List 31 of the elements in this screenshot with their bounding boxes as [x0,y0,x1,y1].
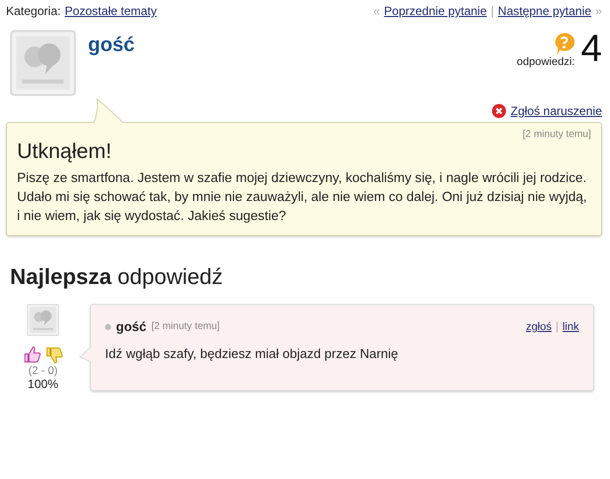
question-time: [2 minuty temu] [522,129,591,140]
heading-bold: Najlepsza [10,264,112,290]
report-link[interactable]: zgłoś [526,320,552,332]
heading-text: odpowiedź [118,264,223,290]
author-name: gość [88,34,135,58]
previous-question-link[interactable]: Poprzednie pytanie [384,4,487,18]
question-title: Utknąłem! [17,140,113,164]
answer-time: [2 minuty temu] [151,321,220,332]
question-bubble-icon [552,32,575,56]
permalink[interactable]: link [562,320,579,332]
next-question-link[interactable]: Następne pytanie [498,4,592,18]
separator: | [490,4,494,18]
question-body: Piszę ze smartfona. Jestem w szafie mojej dziewczyny, kochaliśmy się, i nagle wrócili jej rodzice. Udało mi się schować tak, by mnie nie zauważyli, ale nie wiem co dalej. Oni już dzisiaj nie wyjdą, i nie wiem, jak się wydostać. Jakieś sugestie? [17,169,588,225]
category-label: Kategoria: [6,4,61,18]
category-link[interactable]: Pozostałe tematy [64,4,157,18]
avatar-icon [27,304,59,336]
answers-label: odpowiedzi: [516,56,575,68]
next-mark: » [595,4,602,18]
answers-count: 4 [580,30,602,68]
answer-body: Idź wgłąb szafy, będziesz miał objazd przez Narnię [105,346,400,361]
report-link[interactable]: Zgłoś naruszenie [510,104,602,118]
vote-count: (2 - 0) [28,365,58,377]
prev-mark: « [373,4,380,18]
close-icon [492,104,506,118]
thumbs-down-icon[interactable] [45,346,63,364]
bullet-icon [105,324,111,330]
separator: | [556,320,558,332]
thumbs-up-icon[interactable] [23,346,41,364]
avatar-icon [10,30,76,96]
vote-percent: 100% [28,377,58,391]
answer-author: gość [116,319,146,334]
